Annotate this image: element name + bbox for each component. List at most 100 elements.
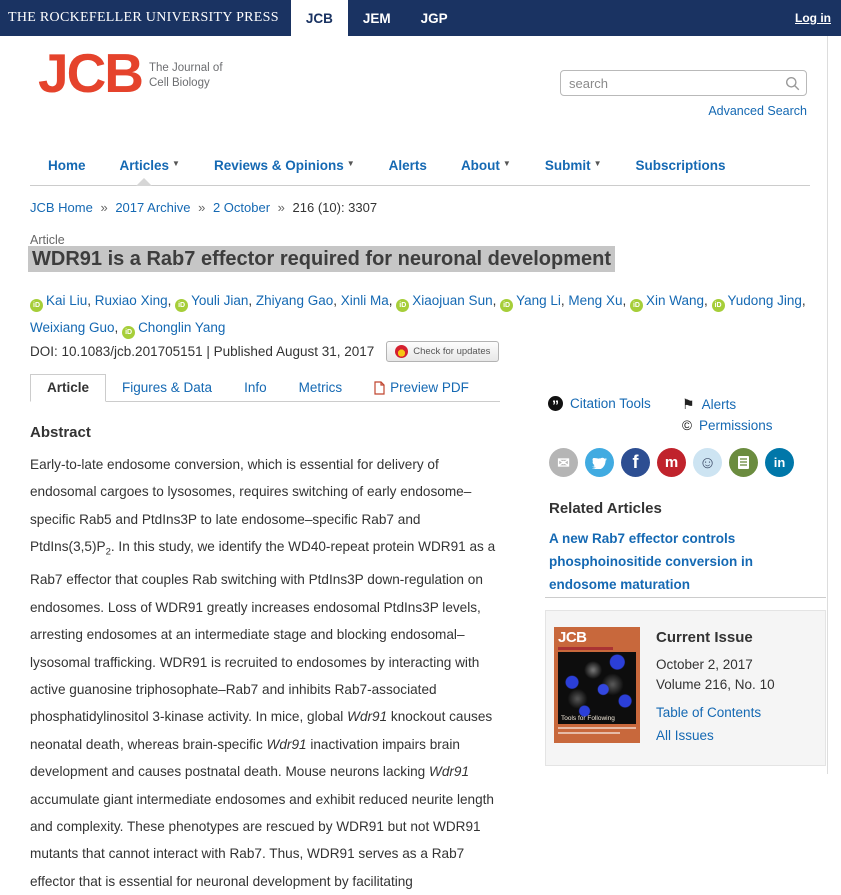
content-right-border xyxy=(827,36,828,774)
related-articles-heading: Related Articles xyxy=(549,500,662,517)
author-link[interactable]: Youli Jian xyxy=(191,293,248,308)
tab-preview-pdf[interactable]: Preview PDF xyxy=(358,375,485,401)
nav-active-notch xyxy=(136,178,152,186)
share-mendeley-icon[interactable]: m xyxy=(657,448,686,477)
journal-tab-jem[interactable]: JEM xyxy=(348,0,406,36)
table-of-contents-link[interactable]: Table of Contents xyxy=(656,705,775,720)
journal-tabs: JCBJEMJGP xyxy=(291,0,463,36)
breadcrumb-separator: » xyxy=(195,200,209,215)
current-issue-heading: Current Issue xyxy=(656,629,775,646)
login-link[interactable]: Log in xyxy=(795,11,831,25)
breadcrumb-separator: » xyxy=(97,200,111,215)
orcid-icon[interactable]: iD xyxy=(500,299,513,312)
check-for-updates-label: Check for updates xyxy=(413,346,490,357)
alerts-tool[interactable]: ⚑ Alerts xyxy=(682,396,736,413)
cover-caption-line1 xyxy=(558,727,636,729)
share-twitter-icon[interactable] xyxy=(585,448,614,477)
author-link[interactable]: Xin Wang xyxy=(646,293,704,308)
author-link[interactable]: Xiaojuan Sun xyxy=(412,293,492,308)
alerts-link[interactable]: Alerts xyxy=(702,397,737,412)
citation-tools[interactable]: ” Citation Tools xyxy=(548,396,651,411)
nav-item-articles[interactable]: Articles▼ xyxy=(120,158,180,173)
author-list: iDKai Liu, Ruxiao Xing, iDYouli Jian, Zh… xyxy=(30,287,820,341)
breadcrumb-separator: » xyxy=(274,200,288,215)
orcid-icon[interactable]: iD xyxy=(712,299,725,312)
jcb-logo[interactable]: JCB xyxy=(38,46,142,101)
related-article-link[interactable]: A new Rab7 effector controls phosphoinos… xyxy=(549,527,817,596)
author-link[interactable]: Yudong Jing xyxy=(728,293,802,308)
check-for-updates-button[interactable]: Check for updates xyxy=(386,341,499,362)
nav-item-about[interactable]: About▼ xyxy=(461,158,511,173)
orcid-icon[interactable]: iD xyxy=(175,299,188,312)
share-email-icon[interactable]: ✉ xyxy=(549,448,578,477)
share-papers-icon[interactable] xyxy=(729,448,758,477)
author-link[interactable]: Chonglin Yang xyxy=(138,320,225,335)
search-box xyxy=(560,70,807,96)
abstract-segment: Wdr91 xyxy=(347,709,387,724)
doi-text: DOI: 10.1083/jcb.201705151 | Published A… xyxy=(30,344,374,359)
chevron-down-icon: ▼ xyxy=(503,159,511,168)
share-facebook-icon[interactable]: f xyxy=(621,448,650,477)
cover-jcb-logo: JCB xyxy=(558,630,636,646)
share-linkedin-icon[interactable]: in xyxy=(765,448,794,477)
citation-tools-link[interactable]: Citation Tools xyxy=(570,396,651,411)
author-link[interactable]: Xinli Ma xyxy=(341,293,389,308)
tab-label: Article xyxy=(47,380,89,395)
search-input[interactable] xyxy=(569,76,785,91)
search-icon[interactable] xyxy=(785,76,800,91)
tab-figures-data[interactable]: Figures & Data xyxy=(106,375,228,401)
chevron-down-icon: ▼ xyxy=(347,159,355,168)
sidebar-divider xyxy=(545,597,826,598)
abstract-segment: Wdr91 xyxy=(429,764,469,779)
main-nav: Home Articles▼ Reviews & Opinions▼ Alerts Ab… xyxy=(48,158,726,173)
author-link[interactable]: Weixiang Guo xyxy=(30,320,115,335)
author-link[interactable]: Yang Li xyxy=(516,293,561,308)
tagline-line1: The Journal of xyxy=(149,61,223,76)
abstract-segment: Wdr91 xyxy=(267,737,307,752)
breadcrumb-current: 216 (10): 3307 xyxy=(293,200,378,215)
issue-info: Current Issue October 2, 2017 Volume 216… xyxy=(656,629,775,743)
orcid-icon[interactable]: iD xyxy=(630,299,643,312)
advanced-search-link[interactable]: Advanced Search xyxy=(708,104,807,118)
nav-item-reviews-opinions[interactable]: Reviews & Opinions▼ xyxy=(214,158,355,173)
author-link[interactable]: Ruxiao Xing xyxy=(95,293,168,308)
author-link[interactable]: Meng Xu xyxy=(568,293,622,308)
author-link[interactable]: Zhiyang Gao xyxy=(256,293,333,308)
issue-cover[interactable]: JCB Tools for Following xyxy=(554,627,640,743)
doi-row: DOI: 10.1083/jcb.201705151 | Published A… xyxy=(30,341,499,362)
nav-item-home[interactable]: Home xyxy=(48,158,86,173)
pdf-icon xyxy=(374,381,385,395)
journal-tab-jgp[interactable]: JGP xyxy=(406,0,463,36)
tab-label: Info xyxy=(244,380,267,395)
abstract-text: Early-to-late endosome conversion, which… xyxy=(30,451,504,895)
breadcrumb-link[interactable]: 2 October xyxy=(213,200,270,215)
permissions-tool[interactable]: © Permissions xyxy=(682,418,772,433)
login-area: Log in xyxy=(795,0,841,36)
breadcrumb-link[interactable]: JCB Home xyxy=(30,200,93,215)
publisher-name: THE ROCKEFELLER UNIVERSITY PRESS xyxy=(0,0,279,36)
all-issues-link[interactable]: All Issues xyxy=(656,728,775,743)
article-kicker: Article xyxy=(30,233,65,247)
tab-info[interactable]: Info xyxy=(228,375,283,401)
cover-caption-line2 xyxy=(558,732,620,734)
share-reddit-icon[interactable]: ☺ xyxy=(693,448,722,477)
tab-metrics[interactable]: Metrics xyxy=(283,375,359,401)
orcid-icon[interactable]: iD xyxy=(30,299,43,312)
breadcrumb-link[interactable]: 2017 Archive xyxy=(115,200,190,215)
nav-item-alerts[interactable]: Alerts xyxy=(389,158,427,173)
breadcrumb: JCB Home » 2017 Archive » 2 October » 21… xyxy=(30,200,377,215)
permissions-link[interactable]: Permissions xyxy=(699,418,773,433)
nav-item-subscriptions[interactable]: Subscriptions xyxy=(636,158,726,173)
orcid-icon[interactable]: iD xyxy=(396,299,409,312)
nav-item-submit[interactable]: Submit▼ xyxy=(545,158,602,173)
tab-article[interactable]: Article xyxy=(30,374,106,402)
orcid-icon[interactable]: iD xyxy=(122,326,135,339)
abstract-heading: Abstract xyxy=(30,424,91,441)
tab-label: Metrics xyxy=(299,380,343,395)
flag-icon: ⚑ xyxy=(682,396,695,413)
chevron-down-icon: ▼ xyxy=(172,159,180,168)
journal-tab-jcb[interactable]: JCB xyxy=(291,0,348,36)
abstract-segment: . In this study, we identify the WD40-re… xyxy=(30,539,495,724)
author-link[interactable]: Kai Liu xyxy=(46,293,87,308)
share-buttons: ✉ fm☺ in xyxy=(549,448,794,477)
